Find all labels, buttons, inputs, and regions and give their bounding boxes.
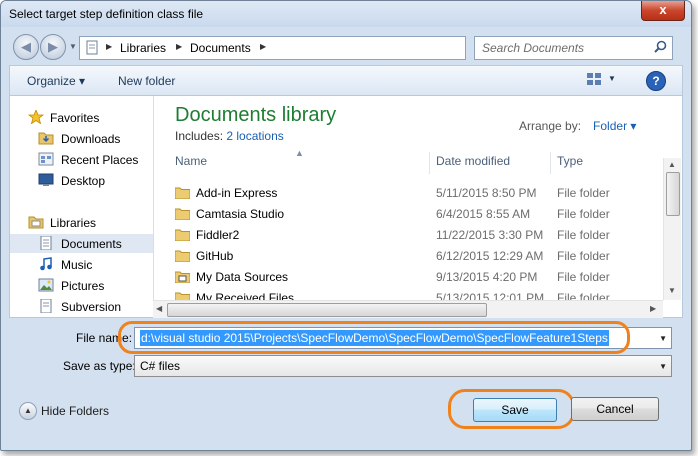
list-item[interactable]: Camtasia Studio 6/4/2015 8:55 AM File fo… [163,204,659,225]
breadcrumb-documents[interactable]: Documents [190,41,251,55]
search-placeholder: Search Documents [482,41,585,55]
sidebar-item-subversion[interactable]: Subversion [10,297,153,316]
sidebar-item-libraries[interactable]: Libraries [10,213,153,232]
navigation-bar: ◀ ▶ ▼ ▶ Libraries ▶ Documents ▶ ▼ ⇆ Sear… [1,29,691,63]
sidebar-item-documents[interactable]: Documents [10,234,153,253]
collapse-up-icon: ▲ [19,402,37,420]
vertical-scrollbar[interactable]: ▲ ▼ [663,158,681,300]
view-options-dropdown-icon[interactable]: ▼ [608,74,616,83]
folder-icon [175,187,190,199]
column-divider[interactable] [429,152,430,174]
save-type-dropdown-icon[interactable]: ▼ [659,362,667,371]
breadcrumb-separator-icon[interactable]: ▶ [106,42,112,51]
documents-icon [40,236,52,250]
close-button[interactable]: x [641,1,685,21]
breadcrumb-separator-icon[interactable]: ▶ [260,42,266,51]
scroll-down-icon[interactable]: ▼ [668,286,676,295]
save-type-label: Save as type: [63,359,136,373]
organize-menu[interactable]: Organize ▾ [27,74,85,88]
save-type-select[interactable]: C# files ▼ [134,355,672,377]
cancel-button[interactable]: Cancel [571,397,659,421]
list-item[interactable]: GitHub 6/12/2015 12:29 AM File folder [163,246,659,267]
folder-icon [175,229,190,241]
list-item[interactable]: My Data Sources 9/13/2015 4:20 PM File f… [163,267,659,288]
star-icon [28,110,44,124]
sidebar-item-desktop[interactable]: Desktop [10,171,153,190]
scroll-right-icon[interactable]: ▶ [650,304,656,313]
horizontal-scroll-thumb[interactable] [167,303,487,317]
breadcrumb-libraries[interactable]: Libraries [120,41,166,55]
window-title: Select target step definition class file [9,7,204,21]
scroll-up-icon[interactable]: ▲ [668,160,676,169]
sort-ascending-icon: ▲ [295,148,304,158]
save-type-value: C# files [140,359,181,373]
sidebar-item-downloads[interactable]: Downloads [10,129,153,148]
locations-link[interactable]: 2 locations [226,129,283,143]
folder-icon [175,292,190,300]
list-item[interactable]: Add-in Express 5/11/2015 8:50 PM File fo… [163,183,659,204]
arrange-by: Arrange by: Folder ▾ [519,119,637,133]
column-header-name[interactable]: Name [175,154,207,174]
recent-pages-dropdown-icon[interactable]: ▼ [69,42,77,51]
pictures-icon [38,278,54,292]
file-name-dropdown-icon[interactable]: ▼ [659,334,667,343]
list-item[interactable]: Fiddler2 11/22/2015 3:30 PM File folder [163,225,659,246]
search-icon[interactable] [654,40,667,53]
forward-button[interactable]: ▶ [40,34,66,60]
back-button[interactable]: ◀ [13,34,39,60]
sidebar-item-pictures[interactable]: Pictures [10,276,153,295]
recent-places-icon [38,152,54,166]
browser-pane: Favorites Downloads Recent Places Deskto… [9,95,683,318]
horizontal-scrollbar[interactable]: ◀ ▶ [153,300,663,318]
help-icon[interactable]: ? [646,71,666,91]
column-divider[interactable] [550,152,551,174]
music-icon [40,257,52,271]
sidebar-item-music[interactable]: Music [10,255,153,274]
file-name-highlight [118,321,630,354]
desktop-icon [38,173,54,186]
scroll-left-icon[interactable]: ◀ [156,304,162,313]
search-box[interactable]: Search Documents [474,36,673,60]
subversion-icon [40,299,52,313]
breadcrumb-separator-icon[interactable]: ▶ [176,42,182,51]
folder-icon [175,250,190,262]
library-title: Documents library [175,104,337,126]
new-folder-button[interactable]: New folder [118,74,175,88]
libraries-icon [28,216,44,229]
column-header-date[interactable]: Date modified [436,154,510,174]
column-header-type[interactable]: Type [557,154,583,174]
folder-icon [175,208,190,220]
arrange-by-dropdown[interactable]: Folder ▾ [593,119,636,133]
save-dialog: Select target step definition class file… [0,0,692,451]
address-bar[interactable]: ▶ Libraries ▶ Documents ▶ ▼ ⇆ [79,36,534,60]
downloads-folder-icon [38,132,54,145]
vertical-scroll-thumb[interactable] [666,172,680,216]
list-item[interactable]: My Received Files 5/13/2015 12:01 PM Fil… [163,288,659,300]
change-view-icon[interactable] [586,72,602,86]
save-button-highlight [448,389,575,429]
library-includes: Includes: 2 locations [175,129,284,143]
sidebar-item-recent-places[interactable]: Recent Places [10,150,153,169]
navigation-pane: Favorites Downloads Recent Places Deskto… [10,96,154,317]
title-bar: Select target step definition class file… [1,1,691,27]
data-sources-folder-icon [175,271,190,283]
file-list-pane: Documents library Includes: 2 locations … [163,96,682,317]
library-icon [86,40,98,55]
command-bar: Organize ▾ New folder ▼ ? [9,65,683,96]
sidebar-item-favorites[interactable]: Favorites [10,108,153,127]
